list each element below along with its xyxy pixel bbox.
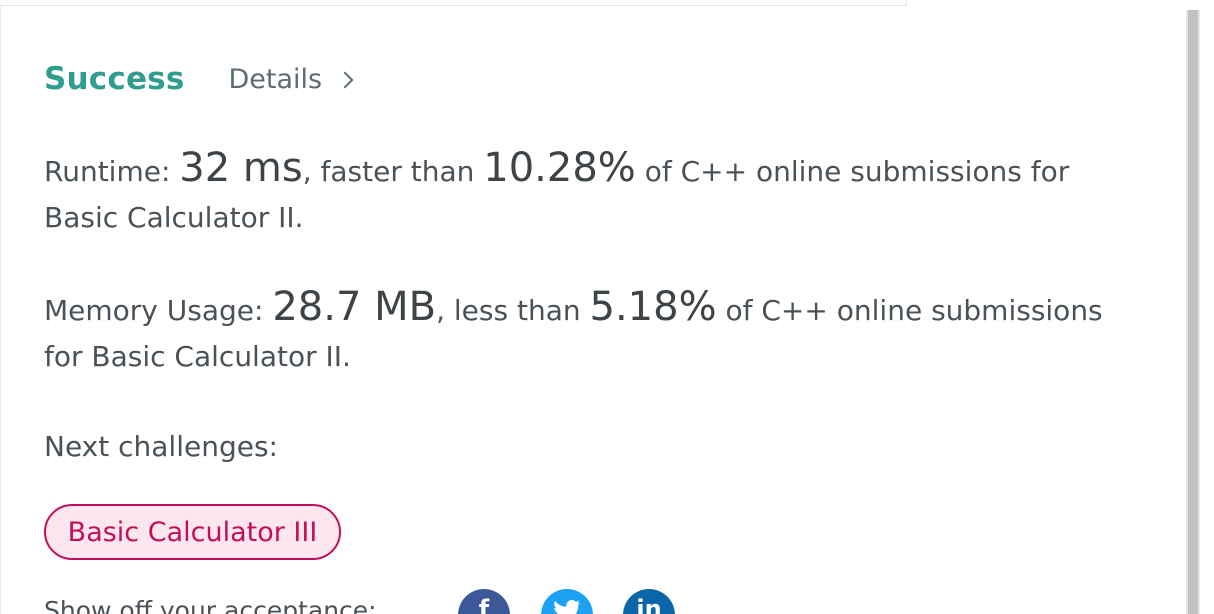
challenge-label: Basic Calculator III bbox=[67, 516, 318, 548]
facebook-share-button[interactable]: f bbox=[458, 589, 510, 614]
linkedin-icon: in bbox=[636, 595, 662, 614]
submission-status: Success bbox=[44, 61, 185, 97]
panel-left-border bbox=[0, 0, 1, 614]
runtime-value: 32 ms bbox=[179, 145, 303, 191]
runtime-summary: Runtime: 32 ms, faster than 10.28% of C+… bbox=[44, 148, 1124, 241]
twitter-share-button[interactable] bbox=[541, 589, 593, 614]
chevron-right-icon bbox=[336, 71, 354, 89]
next-challenges-title: Next challenges: bbox=[44, 430, 278, 463]
submission-status-row: Success Details bbox=[44, 58, 354, 100]
details-link-label: Details bbox=[228, 63, 323, 95]
linkedin-share-button[interactable]: in bbox=[623, 589, 675, 614]
scrollbar-thumb[interactable] bbox=[1188, 10, 1198, 614]
memory-percentage: 5.18% bbox=[589, 284, 717, 330]
challenge-basic-calculator-iii[interactable]: Basic Calculator III bbox=[44, 504, 341, 560]
runtime-percentage: 10.28% bbox=[483, 145, 636, 191]
runtime-label: Runtime: bbox=[44, 155, 180, 188]
memory-value: 28.7 MB bbox=[272, 284, 437, 330]
memory-label: Memory Usage: bbox=[44, 294, 273, 327]
memory-comparison: , less than bbox=[436, 294, 590, 327]
memory-summary: Memory Usage: 28.7 MB, less than 5.18% o… bbox=[44, 287, 1124, 380]
submission-result-page: Success Details Runtime: 32 ms, faster t… bbox=[0, 0, 1214, 614]
details-link[interactable]: Details bbox=[228, 63, 354, 95]
share-acceptance-text: Show off your acceptance: bbox=[44, 596, 377, 614]
vertical-scrollbar[interactable] bbox=[1186, 10, 1200, 614]
runtime-comparison: , faster than bbox=[302, 155, 484, 188]
facebook-icon: f bbox=[478, 595, 490, 614]
top-panel-edge bbox=[0, 0, 907, 6]
twitter-icon bbox=[554, 600, 580, 614]
